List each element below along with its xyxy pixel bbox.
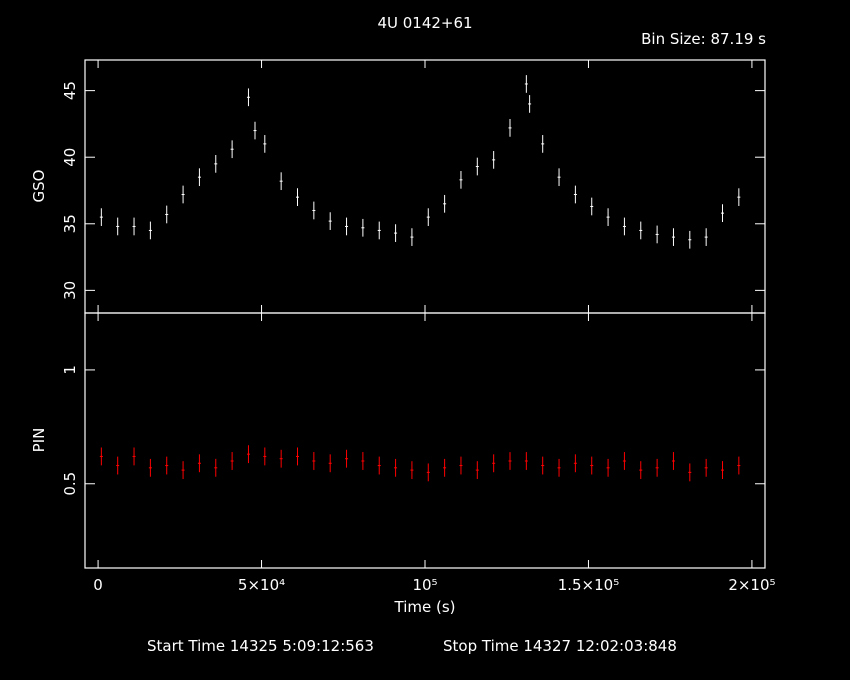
pin-panel-frame xyxy=(84,312,766,569)
gso-ytick-label: 45 xyxy=(61,81,79,100)
stop-time: Stop Time 14327 12:02:03:848 xyxy=(443,637,677,655)
pin-panel-marks xyxy=(99,445,741,482)
gso-ytick-label: 35 xyxy=(61,214,79,233)
xtick-label: 1.5×10⁵ xyxy=(558,576,620,594)
start-time: Start Time 14325 5:09:12:563 xyxy=(147,637,374,655)
axes-ticks: 30 35 40 45 0.5 1 0 5×10⁴ 10⁵ 1.5×10⁵ 2×10⁵ xyxy=(61,60,776,594)
gso-panel-frame xyxy=(84,59,766,314)
xtick-label: 0 xyxy=(93,576,103,594)
gso-ytick-label: 30 xyxy=(61,281,79,300)
gso-axis-label: GSO xyxy=(30,170,48,203)
xtick-label: 5×10⁴ xyxy=(238,576,285,594)
lightcurve-plot: 30 35 40 45 0.5 1 0 5×10⁴ 10⁵ 1.5×10⁵ 2×10⁵ GSO PI… xyxy=(30,59,776,616)
pin-ytick-label: 1 xyxy=(61,365,79,375)
pin-axis-label: PIN xyxy=(30,428,48,453)
gso-ytick-label: 40 xyxy=(61,148,79,167)
x-axis-label: Time (s) xyxy=(394,598,456,616)
xtick-label: 10⁵ xyxy=(412,576,437,594)
xtick-label: 2×10⁵ xyxy=(728,576,775,594)
pin-ytick-label: 0.5 xyxy=(61,472,79,496)
gso-panel-marks xyxy=(99,75,741,249)
